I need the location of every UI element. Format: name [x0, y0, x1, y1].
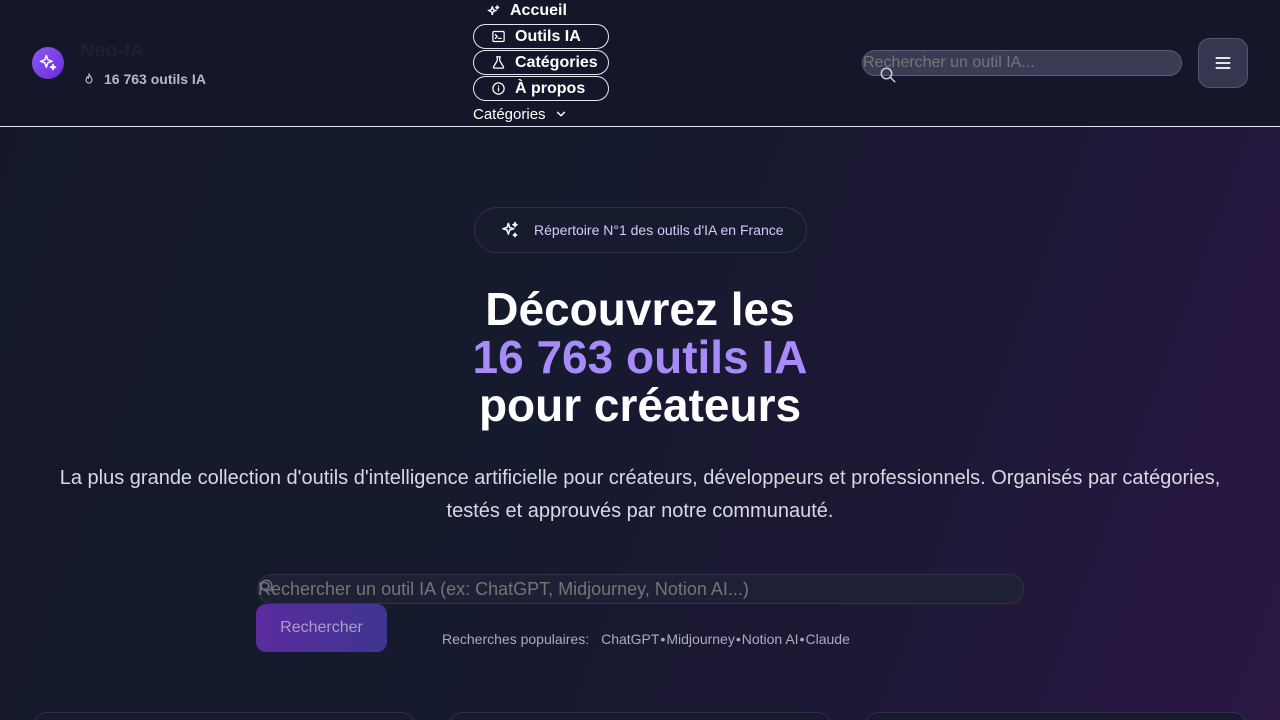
stat-card	[32, 712, 416, 720]
nav-item-label: Accueil	[510, 2, 567, 19]
main-search-input[interactable]	[257, 574, 1024, 604]
search-button[interactable]: Rechercher	[256, 604, 387, 652]
search-icon	[880, 67, 896, 83]
categories-dropdown[interactable]: Catégories	[473, 104, 568, 124]
popular-link-midjourney[interactable]: Midjourney	[666, 631, 734, 647]
hero-badge: Répertoire N°1 des outils d'IA en France	[474, 207, 807, 253]
hero-title-highlight: 16 763 outils IA	[472, 331, 808, 383]
logo-sparkles-icon[interactable]	[32, 47, 64, 79]
popular-link-claude[interactable]: Claude	[805, 631, 849, 647]
hero-badge-label: Répertoire N°1 des outils d'IA en France	[534, 222, 784, 238]
stat-card	[864, 712, 1248, 720]
nav-item-accueil[interactable]: Accueil	[473, 0, 609, 22]
sparkles-icon	[502, 221, 518, 238]
menu-button[interactable]	[1198, 38, 1248, 88]
popular-link-chatgpt[interactable]: ChatGPT	[601, 631, 659, 647]
popular-searches-label: Recherches populaires:	[442, 631, 590, 647]
separator-dot: •	[799, 631, 805, 647]
site-header: Neo-IA 16 763 outils IA Accueil Outils I…	[0, 0, 1280, 127]
hero-description: La plus grande collection d'outils d'int…	[59, 467, 1221, 522]
terminal-icon	[492, 30, 505, 43]
header-search-input[interactable]	[862, 50, 1182, 76]
popular-link-notion-ai[interactable]: Notion AI	[742, 631, 799, 647]
hero-title-line3: pour créateurs	[478, 379, 802, 431]
brand-name[interactable]: Neo-IA	[80, 40, 144, 63]
nav-item-a-propos[interactable]: À propos	[473, 76, 609, 101]
nav-item-categories[interactable]: Catégories	[473, 50, 609, 75]
nav-item-label: À propos	[515, 79, 586, 97]
categories-dropdown-label: Catégories	[473, 105, 546, 123]
chevron-down-icon	[556, 111, 565, 117]
nav-item-label: Catégories	[515, 53, 598, 71]
info-icon	[492, 82, 505, 95]
nav-item-outils-ia[interactable]: Outils IA	[473, 24, 609, 49]
tool-count-label: 16 763 outils IA	[104, 71, 206, 87]
search-icon	[260, 579, 276, 595]
tool-count: 16 763 outils IA	[82, 71, 206, 87]
flame-icon	[85, 73, 93, 84]
popular-searches: Recherches populaires: ChatGPT • Midjour…	[442, 630, 850, 648]
separator-dot: •	[660, 631, 666, 647]
nav-item-label: Outils IA	[515, 27, 581, 45]
flask-icon	[492, 56, 505, 69]
hero-title-line1: Découvrez les	[485, 283, 795, 335]
hamburger-menu-icon	[1215, 57, 1231, 69]
stat-card	[448, 712, 832, 720]
sparkles-icon	[487, 4, 500, 15]
separator-dot: •	[735, 631, 741, 647]
